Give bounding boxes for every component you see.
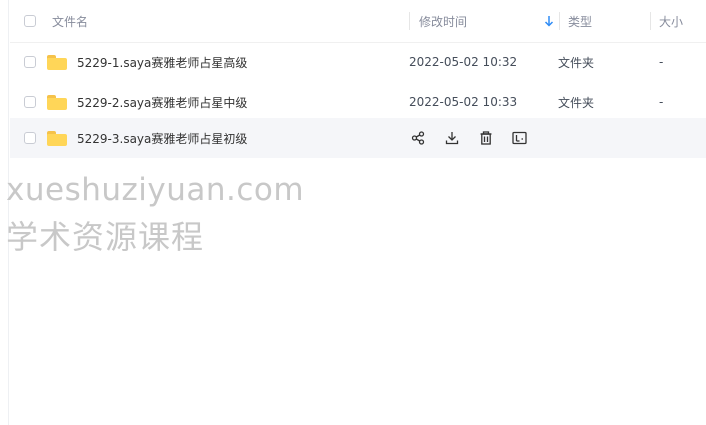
delete-icon[interactable] (477, 130, 494, 147)
watermark-url: xueshuziyuan.com (6, 172, 305, 208)
file-name[interactable]: 5229-3.saya赛雅老师占星初级 (77, 130, 247, 147)
file-modified: 2022-05-02 10:32 (409, 42, 517, 82)
file-modified-text: 2022-05-02 10:33 (409, 95, 518, 109)
file-modified: 2022-05-02 10:33 (409, 82, 517, 122)
file-name-cell[interactable]: 5229-2.saya赛雅老师占星中级 (24, 82, 247, 122)
file-size: - (659, 42, 663, 82)
file-type: 文件夹 (558, 82, 594, 122)
header-time-label: 修改时间 (419, 14, 468, 29)
share-icon[interactable] (409, 130, 426, 147)
file-row[interactable]: 5229-2.saya赛雅老师占星中级 2022-05-02 10:33 文件夹… (10, 82, 706, 122)
download-icon[interactable] (443, 130, 460, 147)
file-name[interactable]: 5229-2.saya赛雅老师占星中级 (77, 94, 247, 111)
header-size-column[interactable]: 大小 (650, 0, 683, 42)
select-all-checkbox[interactable] (24, 15, 36, 27)
folder-icon (47, 130, 67, 146)
file-size-text: - (659, 55, 664, 69)
file-type: 文件夹 (558, 42, 594, 82)
file-size-text: - (659, 95, 664, 109)
folder-icon (47, 54, 67, 70)
header-name-label: 文件名 (52, 14, 89, 29)
file-name-cell[interactable]: 5229-1.saya赛雅老师占星高级 (24, 42, 247, 82)
header-size-label: 大小 (659, 14, 684, 29)
row-checkbox[interactable] (24, 56, 36, 68)
row-actions (409, 118, 528, 158)
file-type-text: 文件夹 (558, 55, 595, 70)
file-name-cell[interactable]: 5229-3.saya赛雅老师占星初级 (24, 118, 247, 158)
header-type-label: 类型 (568, 14, 593, 29)
file-modified-text: 2022-05-02 10:32 (409, 55, 518, 69)
file-type-text: 文件夹 (558, 95, 595, 110)
row-checkbox[interactable] (24, 96, 36, 108)
row-checkbox[interactable] (24, 132, 36, 144)
rename-icon[interactable] (511, 130, 528, 147)
folder-icon (47, 94, 67, 110)
header-time-column[interactable]: 修改时间 (409, 0, 560, 42)
header-type-column[interactable]: 类型 (559, 0, 592, 42)
sort-arrow-down-icon[interactable] (544, 15, 554, 30)
file-name[interactable]: 5229-1.saya赛雅老师占星高级 (77, 54, 247, 71)
header-name-column[interactable]: 文件名 (24, 0, 88, 42)
file-row[interactable]: 5229-1.saya赛雅老师占星高级 2022-05-02 10:32 文件夹… (10, 42, 706, 82)
file-size: - (659, 82, 663, 122)
file-row[interactable]: 5229-3.saya赛雅老师占星初级 (10, 118, 706, 158)
file-list-header: 文件名 修改时间 类型 大小 (10, 0, 706, 43)
watermark-text: 学术资源课程 (6, 218, 205, 256)
